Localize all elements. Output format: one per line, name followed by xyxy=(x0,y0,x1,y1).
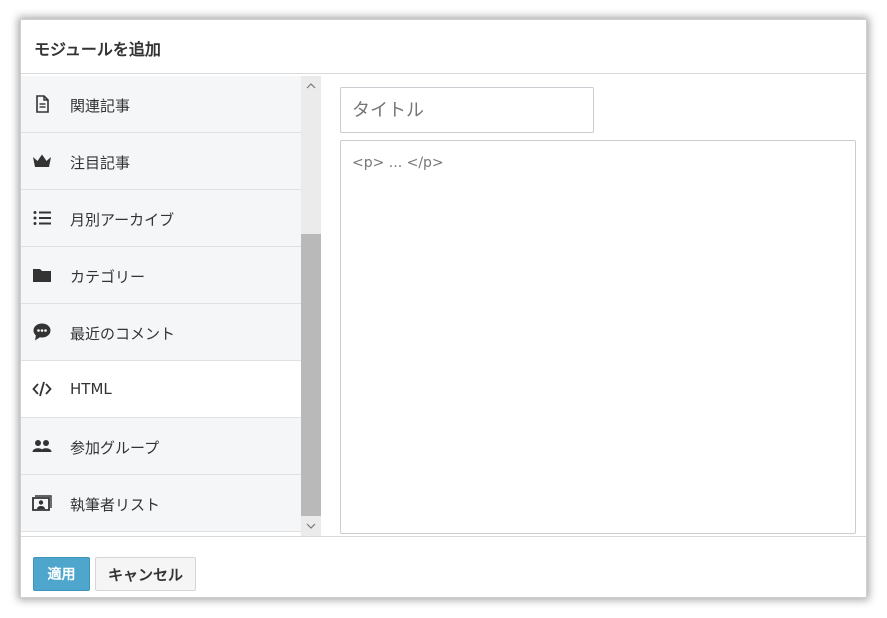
module-item-label: 参加グループ xyxy=(70,439,160,457)
module-item-label: 注目記事 xyxy=(70,154,131,172)
module-list: 関連記事 注目記事 月別アーカイブ カテゴリー 最近のコメント HTML 参加グ… xyxy=(21,76,301,536)
crown-icon xyxy=(33,154,51,167)
code-icon xyxy=(32,381,52,397)
scroll-down-icon[interactable] xyxy=(305,520,317,532)
module-item-label: 最近のコメント xyxy=(70,325,176,343)
module-item-label: 執筆者リスト xyxy=(70,496,161,514)
dialog-footer: 適用 キャンセル xyxy=(21,536,866,599)
scrollbar-thumb[interactable] xyxy=(301,234,321,516)
module-item-related-articles[interactable]: 関連記事 xyxy=(21,76,301,133)
author-list-icon xyxy=(32,495,52,511)
comment-icon xyxy=(33,323,51,341)
document-icon xyxy=(36,95,49,113)
module-item-monthly-archive[interactable]: 月別アーカイブ xyxy=(21,190,301,247)
module-item-label: HTML xyxy=(70,380,112,398)
module-item-label: カテゴリー xyxy=(70,268,146,286)
module-item-html[interactable]: HTML xyxy=(21,361,301,418)
list-icon xyxy=(33,211,51,225)
module-item-label: 月別アーカイブ xyxy=(70,211,175,229)
module-item-groups[interactable]: 参加グループ xyxy=(21,418,301,475)
dialog-header: モジュールを追加 xyxy=(21,20,866,74)
module-item-recent-comments[interactable]: 最近のコメント xyxy=(21,304,301,361)
module-item-categories[interactable]: カテゴリー xyxy=(21,247,301,304)
module-list-scrollbar[interactable] xyxy=(301,76,321,536)
folder-icon xyxy=(33,269,51,282)
cancel-button[interactable]: キャンセル xyxy=(95,557,196,591)
dialog-title: モジュールを追加 xyxy=(34,40,161,59)
module-item-author-list[interactable]: 執筆者リスト xyxy=(21,475,301,532)
users-icon xyxy=(32,440,52,452)
apply-button[interactable]: 適用 xyxy=(33,557,90,591)
scroll-up-icon[interactable] xyxy=(305,80,317,92)
add-module-dialog: モジュールを追加 関連記事 注目記事 月別アーカイブ カテゴリー 最近のコメント… xyxy=(20,19,867,598)
html-content-textarea[interactable]: <p> ... </p> xyxy=(340,140,856,534)
module-item-featured-articles[interactable]: 注目記事 xyxy=(21,133,301,190)
module-item-label: 関連記事 xyxy=(70,97,131,115)
module-editor: <p> ... </p> xyxy=(321,76,868,536)
module-title-input[interactable] xyxy=(340,87,594,133)
